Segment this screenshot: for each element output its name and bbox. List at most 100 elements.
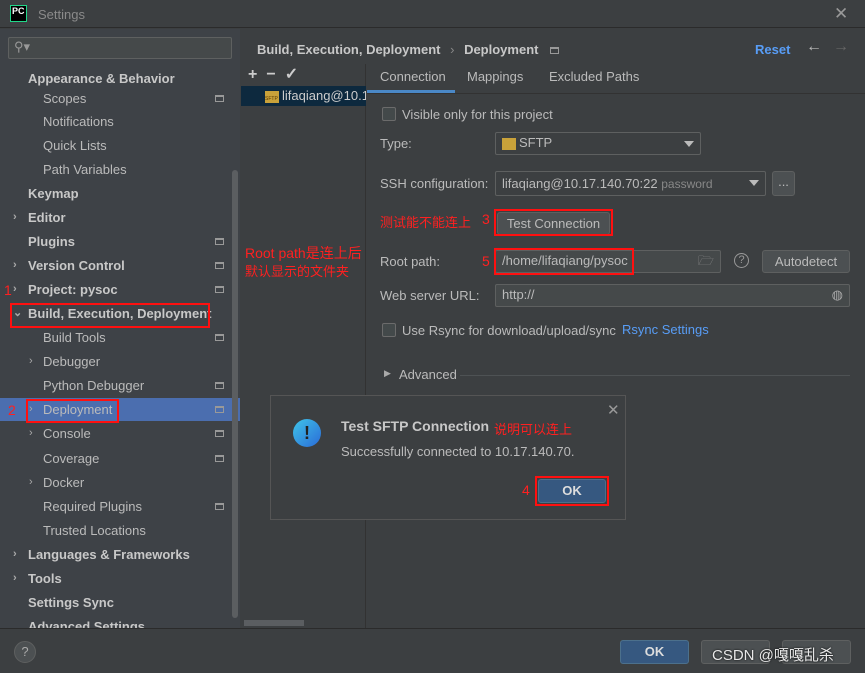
chevron-right-icon[interactable]: › [13,206,17,229]
search-input[interactable]: ⚲▾ [8,37,232,59]
sidebar-item-settings-sync[interactable]: Settings Sync [0,591,232,614]
sidebar-item-label: Trusted Locations [43,523,146,538]
sidebar-item-notifications[interactable]: Notifications [0,110,232,133]
chevron-right-icon[interactable]: › [29,350,33,373]
tab-connection[interactable]: Connection [380,69,446,84]
visible-only-checkbox[interactable] [382,107,396,121]
sidebar-item-python-debugger[interactable]: Python Debugger [0,374,232,397]
sidebar-item-label: Version Control [28,258,125,273]
sidebar-item-build-tools[interactable]: Build Tools [0,326,232,349]
sidebar-item-editor[interactable]: › Editor [0,206,232,229]
pycharm-logo: PC [10,5,27,22]
ssh-config-select[interactable]: lifaqiang@10.17.140.70:22 password [495,171,766,196]
annotation-box [10,303,210,328]
annotation-box [26,399,119,423]
globe-icon[interactable]: ◍ [832,285,843,305]
rsync-settings-link[interactable]: Rsync Settings [622,322,709,337]
type-select[interactable]: SFTP [495,132,701,155]
breadcrumb-parent[interactable]: Build, Execution, Deployment [257,42,440,57]
sidebar-item-docker[interactable]: › Docker [0,471,232,494]
sidebar-item-required-plugins[interactable]: Required Plugins [0,495,232,518]
sidebar-item-scopes[interactable]: Scopes [0,87,232,110]
sidebar-item-label: Scopes [43,91,87,106]
server-list-toolbar[interactable]: +−✓ [248,64,307,84]
sidebar-item-plugins[interactable]: Plugins [0,230,232,253]
sidebar-item-trusted-locations[interactable]: Trusted Locations [0,519,232,542]
sidebar-item-label: Quick Lists [43,138,107,153]
chevron-down-icon [749,180,759,186]
sidebar-item-label: Path Variables [43,162,127,177]
project-scope-icon [215,238,224,245]
annotation-ok-note: 说明可以连上 [494,422,573,437]
web-url-input[interactable]: http:// ◍ [495,284,850,307]
sidebar-item-quick-lists[interactable]: Quick Lists [0,134,232,157]
ssh-config-more-button[interactable]: ... [772,171,795,196]
chevron-down-icon [684,141,694,147]
chevron-right-icon[interactable]: › [13,543,17,566]
settings-sidebar: ⚲▾ Appearance & Behavior Scopes Notificati… [0,29,240,628]
sidebar-item-advanced-settings[interactable]: Advanced Settings [0,615,232,628]
project-scope-icon [215,95,224,102]
sidebar-item-version-control[interactable]: › Version Control [0,254,232,277]
server-name: lifaqiang@10.17.140.70 [282,88,366,103]
chevron-right-icon[interactable]: › [13,278,17,301]
folder-icon[interactable]: 🗁 [698,251,714,271]
help-icon[interactable]: ? [734,253,749,268]
tab-excluded-paths[interactable]: Excluded Paths [549,69,639,84]
dialog-message: Successfully connected to 10.17.140.70. [341,444,575,459]
sidebar-item-project-pysoc[interactable]: › Project: pysoc [0,278,232,301]
project-scope-icon [550,47,560,54]
watermark: CSDN @嘎嘎乱杀 [712,647,834,664]
sidebar-item-debugger[interactable]: › Debugger [0,350,232,373]
close-icon[interactable]: ✕ [607,401,620,419]
project-scope-icon [215,406,224,413]
server-list-item[interactable]: SFTPlifaqiang@10.17.140.70 [241,86,366,106]
sidebar-item-keymap[interactable]: Keymap [0,182,232,205]
project-scope-icon [215,334,224,341]
project-scope-icon [215,503,224,510]
horizontal-scrollbar[interactable] [244,620,304,626]
forward-arrow-icon[interactable]: → [833,38,849,56]
breadcrumb-separator: › [450,42,455,57]
autodetect-button[interactable]: Autodetect [762,250,850,273]
back-arrow-icon[interactable]: ← [806,38,822,56]
sidebar-item-tools[interactable]: › Tools [0,567,232,590]
web-url-label: Web server URL: [380,288,480,303]
annotation-test: 测试能不能连上 [380,215,472,230]
project-scope-icon [215,455,224,462]
visible-only-label: Visible only for this project [402,107,553,122]
annotation-box [494,248,634,275]
sidebar-item-languages-frameworks[interactable]: › Languages & Frameworks [0,543,232,566]
ssh-config-value: lifaqiang@10.17.140.70:22 [502,176,658,191]
sidebar-item-label: Settings Sync [28,595,114,610]
close-icon[interactable]: ✕ [834,4,848,24]
tab-mappings[interactable]: Mappings [467,69,523,84]
test-sftp-dialog: ! ✕ Test SFTP Connection 说明可以连上 Successf… [270,395,626,520]
annotation-4: 4 [522,482,530,498]
sidebar-item-console[interactable]: › Console [0,422,232,445]
advanced-divider [460,375,850,376]
chevron-right-icon[interactable]: › [29,471,33,494]
rsync-checkbox[interactable] [382,323,396,337]
sidebar-scrollbar[interactable] [232,170,238,618]
annotation-3: 3 [482,211,490,227]
web-url-value: http:// [502,287,535,302]
ok-button[interactable]: OK [620,640,689,664]
search-icon: ⚲▾ [14,39,31,54]
sidebar-item-coverage[interactable]: Coverage [0,447,232,470]
rsync-label: Use Rsync for download/upload/sync [402,323,616,338]
annotation-2: 2 [8,402,16,418]
sidebar-item-path-variables[interactable]: Path Variables [0,158,232,181]
window-title: Settings [38,7,85,22]
advanced-section[interactable]: Advanced [399,367,457,382]
info-icon: ! [293,419,321,447]
chevron-right-icon[interactable]: › [29,422,33,445]
expand-triangle-icon[interactable]: ▶ [384,368,391,379]
sidebar-item-label: Coverage [43,451,100,466]
sidebar-item-label: Required Plugins [43,499,143,514]
chevron-right-icon[interactable]: › [13,254,17,277]
reset-link[interactable]: Reset [755,42,790,57]
sidebar-item-label: Languages & Frameworks [28,547,190,562]
help-button[interactable]: ? [14,641,36,663]
chevron-right-icon[interactable]: › [13,567,17,590]
